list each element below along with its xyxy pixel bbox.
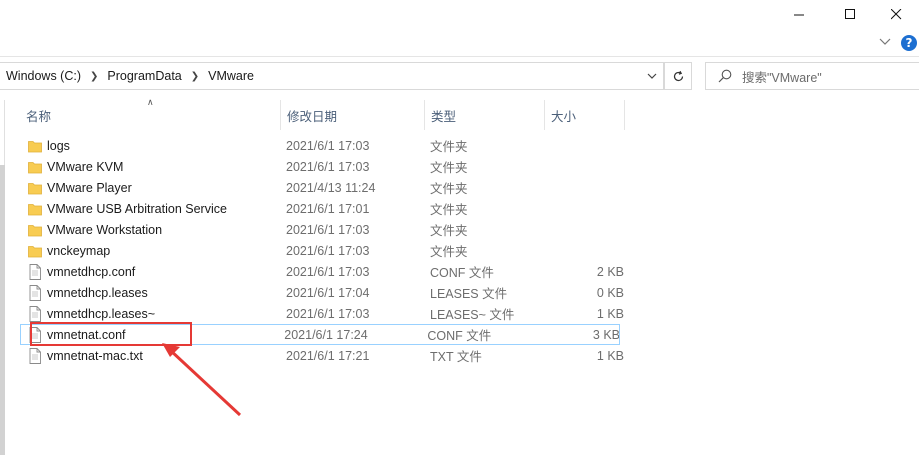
annotation-arrow [162,343,242,417]
